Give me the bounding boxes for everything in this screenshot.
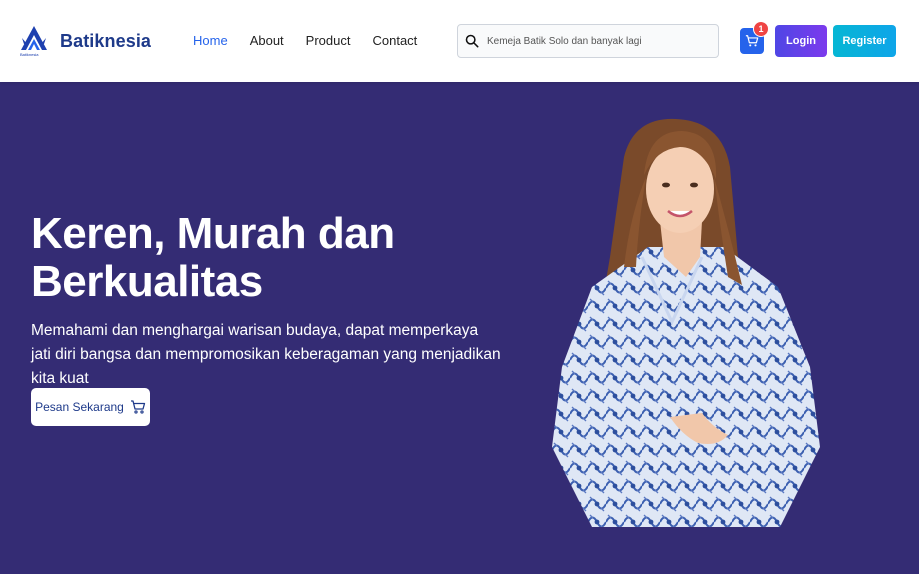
hero-title: Keren, Murah dan Berkualitas <box>31 209 395 306</box>
nav-product[interactable]: Product <box>306 33 351 48</box>
hero-subtitle: Memahami dan menghargai warisan budaya, … <box>31 322 501 387</box>
search-input[interactable] <box>487 35 707 47</box>
search-bar[interactable] <box>457 24 719 58</box>
batik-logo-icon: Batiknesia <box>18 24 50 58</box>
nav-about[interactable]: About <box>250 33 284 48</box>
register-button[interactable]: Register <box>833 25 896 57</box>
logo-wordmark: Batiknesia <box>20 52 39 57</box>
order-now-label: Pesan Sekarang <box>35 400 124 414</box>
cart-count-badge: 1 <box>753 21 769 37</box>
order-now-button[interactable]: Pesan Sekarang <box>31 388 150 426</box>
search-icon <box>465 34 479 48</box>
hero-model-image <box>552 118 820 527</box>
main-nav: Home About Product Contact <box>193 33 417 48</box>
nav-contact[interactable]: Contact <box>372 33 417 48</box>
login-button[interactable]: Login <box>775 25 827 57</box>
nav-home[interactable]: Home <box>193 33 228 48</box>
cart-icon <box>130 400 146 414</box>
hero-section: Keren, Murah dan Berkualitas Memahami da… <box>0 82 919 574</box>
brand-name: Batiknesia <box>60 30 152 51</box>
navbar: Batiknesia Batiknesia Home About Product… <box>0 0 919 82</box>
brand[interactable]: Batiknesia Batiknesia <box>18 24 151 58</box>
